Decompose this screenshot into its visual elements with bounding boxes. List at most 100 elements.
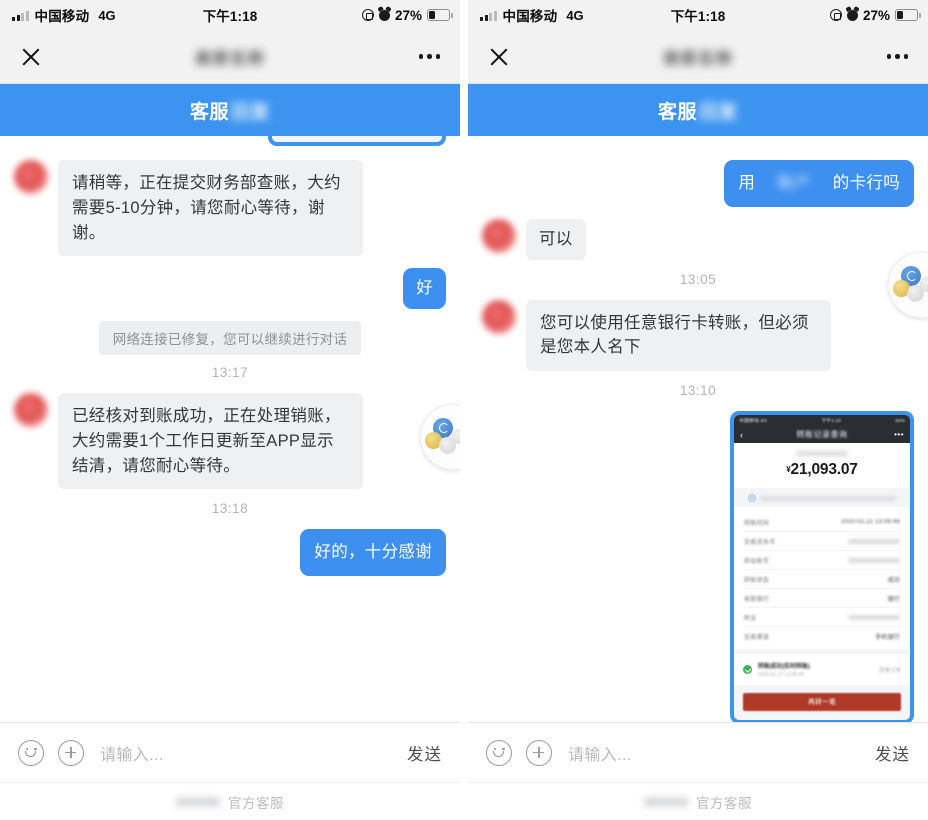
footer-blurred-logo [644, 796, 688, 807]
banner-label: 客服 [189, 101, 229, 123]
transfer-receipt-image[interactable]: 中国移动 4G 下午1:10 32% ‹ 转账记录查询 ••• ¥21,093.… [730, 411, 914, 722]
add-attachment-icon[interactable] [526, 739, 552, 766]
nav-bar-left: 商家名称 [0, 30, 460, 84]
avatar [482, 218, 516, 253]
message-row-user: 好 [14, 268, 446, 309]
transfer-receipt-image[interactable]: 交易渠道 手机银行 转账成功(实时转账) 2020.02.22 13:09:48… [268, 136, 446, 146]
rotation-lock-icon [361, 9, 374, 21]
service-banner-right: 客服 回复 [468, 84, 928, 136]
rotation-lock-icon [829, 9, 842, 21]
panel-divider [460, 0, 468, 820]
avatar [14, 393, 48, 427]
receipt-status-left: 中国移动 4G [739, 418, 768, 424]
receipt-row: 收款银行 银行 [744, 589, 900, 608]
receipt-row: 转出账号 [744, 551, 900, 570]
receipt-nav-bar: ‹ 转账记录查询 ••• [734, 426, 910, 443]
receipt-row-value-blur [848, 614, 900, 620]
footer-label: 官方客服 [696, 795, 752, 811]
add-attachment-icon[interactable] [58, 739, 84, 766]
message-input[interactable]: 请输入... [568, 741, 875, 765]
more-options-icon[interactable] [418, 54, 440, 59]
receipt-row-label: 转账时间 [744, 520, 770, 527]
receipt-row: 附言 [744, 608, 900, 627]
user-message-suffix: 的卡行吗 [832, 174, 900, 192]
receipt-row-value-blur [848, 557, 900, 563]
battery-percent-label: 27% [862, 7, 890, 23]
status-bar-right: 中国移动 4G 下午1:18 27% [468, 0, 928, 30]
receipt-success-text: 转账成功(实时转账) 2020.02.22 13:09:48 [758, 661, 873, 678]
battery-icon [895, 9, 921, 21]
emoji-icon[interactable] [18, 739, 44, 766]
transfer-again-button[interactable]: 再转一笔 [743, 693, 901, 711]
receipt-status-center: 下午1:10 [821, 418, 841, 424]
send-button[interactable]: 发送 [875, 741, 910, 765]
receipt-row-label: 交易流水号 [744, 539, 776, 546]
banner-blurred-label: 回复 [231, 101, 271, 123]
send-button[interactable]: 发送 [407, 741, 442, 765]
system-message-row: 网络连接已修复，您可以继续进行对话 [14, 321, 446, 355]
receipt-row-value-blur [848, 538, 900, 544]
status-bar-right-group-2: 27% [829, 7, 921, 23]
emoji-icon[interactable] [486, 739, 512, 766]
timestamp: 13:05 [679, 271, 717, 287]
message-bubble-agent-2: 您可以使用任意银行卡转账，但必须是您本人名下 [526, 299, 831, 371]
receipt-success-time: 2020.02.22 13:09:48 [758, 672, 804, 678]
receipt-success-link[interactable]: 查看订单 [879, 666, 901, 674]
status-bar-left: 中国移动 4G 下午1:18 27% [0, 0, 460, 30]
coin-gray-icon-2 [920, 277, 928, 292]
message-input[interactable]: 请输入... [100, 741, 407, 765]
receipt-row-label: 收款银行 [744, 596, 770, 603]
message-input-bar-left: 请输入... 发送 [0, 722, 460, 782]
message-row-agent: 请稍等，正在提交财务部查账，大约需要5-10分钟，请您耐心等待，谢谢。 [14, 160, 446, 257]
message-list-right[interactable]: 用账户 的卡行吗 可以 13:05 您可以使用任意银行卡转账，但必须是您本人名下 … [468, 136, 928, 722]
amount-value: 21,093.07 [790, 461, 858, 478]
receipt-success-title: 转账成功(实时转账) [758, 664, 810, 670]
receipt-amount-block: ¥21,093.07 [734, 443, 910, 488]
receipt-title: 转账记录查询 [796, 430, 848, 439]
banner-label: 客服 [657, 101, 697, 123]
receipt-row: 交易渠道 手机银行 [744, 627, 900, 645]
user-message-blurred-part: 账户 [777, 174, 811, 192]
receipt-row: 转账时间 2020.02.22 13:09:48 [744, 513, 900, 532]
message-bubble-agent-2: 已经核对到账成功，正在处理销账，大约需要1个工作日更新至APP显示结清，请您耐心… [58, 393, 363, 490]
left-chat-screen: 中国移动 4G 下午1:18 27% 商家名称 客服 回复 请稍等，正在提交财务… [0, 0, 460, 820]
message-bubble-user-2: 好的，十分感谢 [300, 529, 446, 576]
receipt-status-right: 32% [894, 417, 905, 424]
bank-icon: 中 [748, 494, 756, 502]
nav-bar-right: 商家名称 [468, 30, 928, 84]
back-icon[interactable]: ‹ [740, 430, 743, 440]
footer-left: 官方客服 [0, 782, 460, 820]
message-row-image: 中国移动 4G 下午1:10 32% ‹ 转账记录查询 ••• ¥21,093.… [482, 411, 914, 722]
message-bubble-agent: 请稍等，正在提交财务部查账，大约需要5-10分钟，请您耐心等待，谢谢。 [58, 160, 363, 257]
receipt-row: 转账状态 成功 [744, 570, 900, 589]
service-banner-left: 客服 回复 [0, 84, 460, 136]
message-bubble-user: 用 账户 的卡行吗 [724, 160, 914, 207]
banner-blurred-label: 回复 [699, 101, 739, 123]
battery-percent-label: 27% [394, 7, 422, 23]
alarm-clock-icon [378, 9, 390, 21]
receipt-row-value: 银行 [887, 596, 900, 603]
message-input-bar-right: 请输入... 发送 [468, 722, 928, 782]
page-title: 商家名称 [663, 49, 733, 68]
receipt-row-label: 交易渠道 [744, 634, 770, 641]
message-row-agent-2: 已经核对到账成功，正在处理销账，大约需要1个工作日更新至APP显示结清，请您耐心… [14, 393, 446, 490]
message-bubble-agent: 可以 [526, 218, 586, 260]
message-bubble-user: 好 [403, 268, 446, 309]
receipt-payee-row: 中 [734, 488, 910, 502]
message-row-user: 用 账户 的卡行吗 [482, 160, 914, 207]
footer-right: 官方客服 [468, 782, 928, 820]
receipt-row-value: 成功 [887, 577, 900, 584]
receipt-row-label: 转出账号 [744, 558, 770, 565]
message-list-left[interactable]: 交易渠道 手机银行 转账成功(实时转账) 2020.02.22 13:09:48… [0, 136, 460, 722]
receipt-status-bar: 中国移动 4G 下午1:10 32% [734, 415, 910, 426]
system-message: 网络连接已修复，您可以继续进行对话 [98, 321, 362, 355]
receipt-success-block: 转账成功(实时转账) 2020.02.22 13:09:48 查看订单 [734, 654, 910, 685]
receipt-rows: 转账时间 2020.02.22 13:09:48 交易流水号 转出账号 转账状态… [734, 507, 910, 649]
more-options-icon[interactable] [886, 54, 908, 59]
more-options-icon[interactable]: ••• [894, 430, 904, 439]
message-row-user-2: 好的，十分感谢 [14, 529, 446, 576]
alarm-clock-icon [846, 9, 858, 21]
receipt-row-value: 2020.02.22 13:09:48 [841, 519, 900, 525]
message-row-agent: 可以 [482, 218, 914, 260]
page-title: 商家名称 [195, 49, 265, 68]
